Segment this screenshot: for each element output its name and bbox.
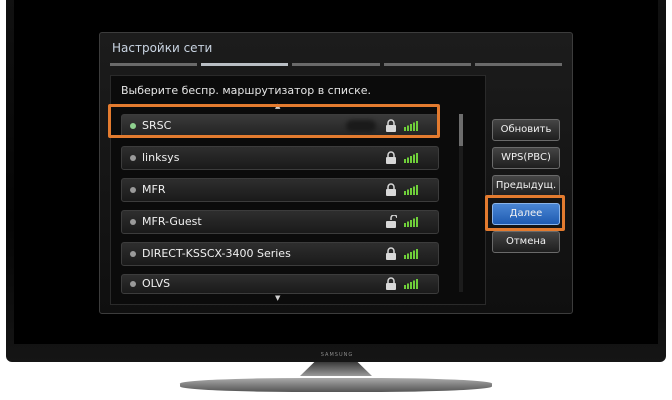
tv-brand-logo: SAMSUNG — [320, 352, 354, 358]
progress-step-5 — [474, 63, 563, 66]
lock-icon — [386, 277, 396, 290]
refresh-button[interactable]: Обновить — [492, 119, 560, 141]
status-dot-icon — [130, 187, 136, 193]
network-ssid: MFR — [142, 183, 166, 196]
lock-icon — [386, 183, 396, 196]
scroll-down-arrow-icon[interactable]: ▼ — [275, 294, 280, 302]
status-dot-icon — [130, 219, 136, 225]
scrollbar-thumb[interactable] — [459, 114, 463, 146]
status-dot-icon — [130, 155, 136, 161]
progress-step-1 — [110, 63, 198, 66]
network-ssid: OLVS — [142, 277, 171, 290]
selected-network-highlight — [108, 104, 440, 138]
network-ssid: DIRECT-KSSCX-3400 Series — [142, 247, 291, 260]
progress-step-2 — [201, 63, 289, 66]
network-item-olvs[interactable]: OLVS — [121, 274, 439, 294]
network-settings-dialog: Настройки сети Выберите беспр. маршрутиз… — [99, 32, 573, 314]
status-dot-icon — [130, 281, 136, 287]
lock-icon — [386, 151, 396, 164]
network-ssid: MFR-Guest — [142, 215, 202, 228]
next-button-highlight — [485, 195, 565, 231]
network-item-direct-kssxc[interactable]: DIRECT-KSSCX-3400 Series — [121, 242, 439, 266]
lock-icon — [386, 247, 396, 260]
list-scrollbar[interactable] — [459, 114, 463, 292]
unlock-icon — [386, 215, 397, 228]
signal-strength-icon — [404, 153, 418, 163]
signal-strength-icon — [404, 249, 418, 259]
signal-strength-icon — [404, 185, 418, 195]
progress-step-3 — [292, 63, 380, 66]
tv-stand-base — [180, 378, 492, 392]
list-heading: Выберите беспр. маршрутизатор в списке. — [121, 84, 372, 97]
signal-strength-icon — [404, 279, 418, 289]
signal-strength-icon — [404, 217, 418, 227]
dialog-title: Настройки сети — [112, 41, 213, 55]
wps-pbc-button[interactable]: WPS(PBC) — [492, 147, 560, 169]
tv-stand-neck — [300, 362, 372, 376]
cancel-button[interactable]: Отмена — [492, 231, 560, 253]
step-progress — [110, 63, 563, 66]
network-item-mfr-guest[interactable]: MFR-Guest — [121, 210, 439, 234]
network-item-mfr[interactable]: MFR — [121, 178, 439, 202]
progress-step-4 — [383, 63, 471, 66]
status-dot-icon — [130, 251, 136, 257]
network-ssid: linksys — [142, 151, 180, 164]
previous-button[interactable]: Предыдущ. — [492, 175, 560, 197]
network-item-linksys[interactable]: linksys — [121, 146, 439, 170]
